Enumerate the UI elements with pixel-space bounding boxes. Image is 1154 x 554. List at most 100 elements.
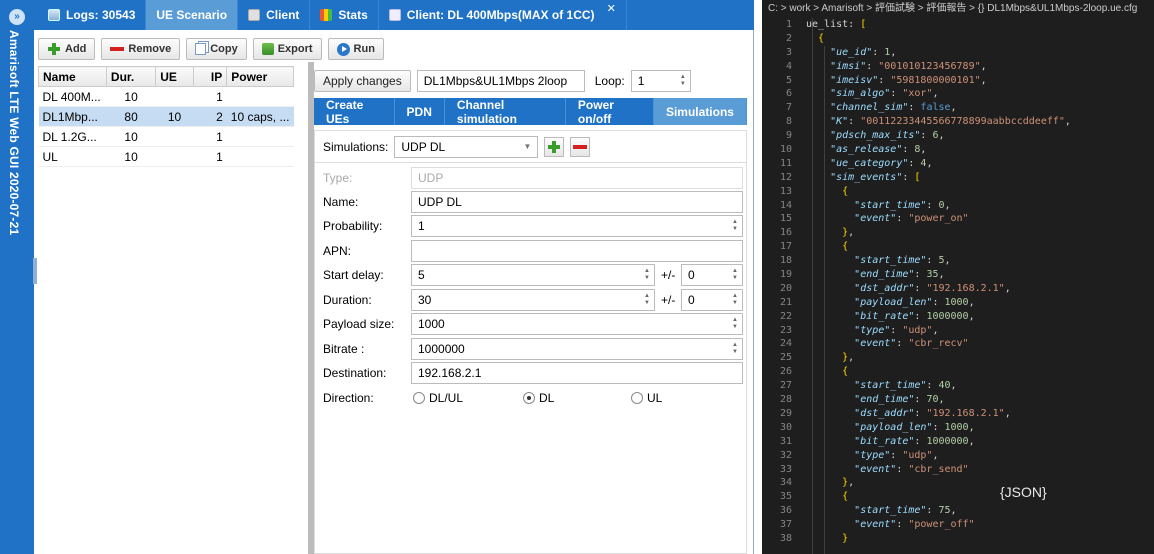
json-annotation: {JSON} xyxy=(1000,484,1047,500)
probability-stepper[interactable]: 1 xyxy=(411,215,743,237)
tab-stats[interactable]: Stats xyxy=(310,0,379,30)
app-title: Amarisoft LTE Web GUI 2020-07-21 xyxy=(7,30,21,236)
code-line[interactable]: 26 { xyxy=(762,365,1154,379)
code-line[interactable]: 18 "start_time": 5, xyxy=(762,254,1154,268)
code-text: "dst_addr": "192.168.2.1", xyxy=(854,282,1011,294)
destination-input[interactable]: 192.168.2.1 xyxy=(411,362,743,384)
code-line[interactable]: 29 "dst_addr": "192.168.2.1", xyxy=(762,407,1154,421)
add-simulation-button[interactable] xyxy=(544,136,565,157)
code-line[interactable]: 19 "end_time": 35, xyxy=(762,268,1154,282)
cell-name: DL1Mbp... xyxy=(38,106,107,127)
code-text: "type": "udp", xyxy=(854,324,939,336)
code-line[interactable]: 1 ue_list: [ xyxy=(762,18,1154,32)
code-line[interactable]: 11 "ue_category": 4, xyxy=(762,157,1154,171)
start-delay-variance-stepper[interactable]: 0 xyxy=(681,264,743,286)
sidebar-resize-handle[interactable] xyxy=(33,258,37,284)
code-line[interactable]: 16 }, xyxy=(762,226,1154,240)
code-line[interactable]: 13 { xyxy=(762,185,1154,199)
code-line[interactable]: 30 "payload_len": 1000, xyxy=(762,421,1154,435)
code-line[interactable]: 21 "payload_len": 1000, xyxy=(762,296,1154,310)
duration-variance-stepper[interactable]: 0 xyxy=(681,289,743,311)
direction-radio-ul[interactable]: UL xyxy=(631,391,662,405)
code-line[interactable]: 7 "channel_sim": false, xyxy=(762,101,1154,115)
copy-button[interactable]: Copy xyxy=(186,38,247,60)
start-delay-stepper[interactable]: 5 xyxy=(411,264,655,286)
column-header-name[interactable]: Name xyxy=(38,66,107,87)
code-line[interactable]: 4 "imsi": "001010123456789", xyxy=(762,60,1154,74)
direction-radio-dl[interactable]: DL xyxy=(523,391,554,405)
chevron-down-icon: ▼ xyxy=(523,142,532,151)
remove-simulation-button[interactable] xyxy=(570,136,591,157)
code-line[interactable]: 23 "type": "udp", xyxy=(762,324,1154,338)
code-line[interactable]: 9 "pdsch_max_its": 6, xyxy=(762,129,1154,143)
code-line[interactable]: 12 "sim_events": [ xyxy=(762,171,1154,185)
table-row[interactable]: DL 400M... 10 1 xyxy=(38,86,294,107)
apply-changes-button[interactable]: Apply changes xyxy=(314,70,411,92)
code-line[interactable]: 33 "event": "cbr_send" xyxy=(762,463,1154,477)
remove-button[interactable]: Remove xyxy=(101,38,181,60)
tab-create-ues[interactable]: Create UEs xyxy=(314,98,395,126)
code-line[interactable]: 36 "start_time": 75, xyxy=(762,504,1154,518)
tab-ue-scenario[interactable]: UE Scenario xyxy=(146,0,239,30)
code-line[interactable]: 28 "end_time": 70, xyxy=(762,393,1154,407)
apn-input[interactable] xyxy=(411,240,743,262)
code-line[interactable]: 5 "imeisv": "5981800000101", xyxy=(762,74,1154,88)
bitrate-stepper[interactable]: 1000000 xyxy=(411,338,743,360)
scenario-name-input[interactable]: DL1Mbps&UL1Mbps 2loop xyxy=(416,70,585,92)
editor-lines[interactable]: 1 ue_list: [2 {3 "ue_id": 1, 4 "imsi": "00… xyxy=(762,18,1154,546)
code-line[interactable]: 2 { xyxy=(762,32,1154,46)
column-header-ue[interactable]: UE xyxy=(155,66,194,87)
code-line[interactable]: 15 "event": "power_on" xyxy=(762,212,1154,226)
code-line[interactable]: 38 } xyxy=(762,532,1154,546)
tab-client[interactable]: Client xyxy=(238,0,311,30)
tab-channel-simulation[interactable]: Channel simulation xyxy=(445,98,566,126)
line-number: 14 xyxy=(779,199,792,211)
direction-radio-dlul[interactable]: DL/UL xyxy=(413,391,463,405)
code-line[interactable]: 3 "ue_id": 1, xyxy=(762,46,1154,60)
duration-stepper[interactable]: 30 xyxy=(411,289,655,311)
code-line[interactable]: 20 "dst_addr": "192.168.2.1", xyxy=(762,282,1154,296)
simulation-form: Type: UDP Name: UDP DL Probability: 1 AP… xyxy=(314,162,747,554)
close-icon[interactable]: ✕ xyxy=(607,2,616,15)
simulations-dropdown[interactable]: UDP DL ▼ xyxy=(394,135,539,158)
destination-label: Destination: xyxy=(323,366,387,380)
export-button[interactable]: Export xyxy=(252,38,322,60)
line-number: 21 xyxy=(779,296,792,308)
tab-logs[interactable]: Logs: 30543 xyxy=(34,0,147,30)
code-line[interactable]: 25 }, xyxy=(762,351,1154,365)
apn-row: APN: xyxy=(315,239,748,263)
code-line[interactable]: 14 "start_time": 0, xyxy=(762,199,1154,213)
code-line[interactable]: 10 "as_release": 8, xyxy=(762,143,1154,157)
code-line[interactable]: 35 { xyxy=(762,490,1154,504)
name-input[interactable]: UDP DL xyxy=(411,191,743,213)
code-line[interactable]: 6 "sim_algo": "xor", xyxy=(762,87,1154,101)
code-line[interactable]: 17 { xyxy=(762,240,1154,254)
line-number: 33 xyxy=(779,463,792,475)
code-text: "payload_len": 1000, xyxy=(854,421,975,433)
code-line[interactable]: 31 "bit_rate": 1000000, xyxy=(762,435,1154,449)
table-row[interactable]: UL 10 1 xyxy=(38,146,294,167)
column-header-duration[interactable]: Dur. xyxy=(105,66,157,87)
table-row[interactable]: DL1Mbp... 80 10 2 10 caps, ... xyxy=(38,106,294,127)
code-line[interactable]: 32 "type": "udp", xyxy=(762,449,1154,463)
code-line[interactable]: 8 "K": "00112233445566778899aabbccddeeff… xyxy=(762,115,1154,129)
line-number: 32 xyxy=(779,449,792,461)
code-line[interactable]: 27 "start_time": 40, xyxy=(762,379,1154,393)
run-button[interactable]: Run xyxy=(327,38,384,60)
code-text: "bit_rate": 1000000, xyxy=(854,310,975,322)
menu-toggle-icon[interactable]: » xyxy=(9,9,25,25)
add-button[interactable]: Add xyxy=(38,38,96,60)
payload-size-stepper[interactable]: 1000 xyxy=(411,313,743,335)
code-line[interactable]: 37 "event": "power_off" xyxy=(762,518,1154,532)
column-header-power[interactable]: Power xyxy=(226,66,294,87)
tab-client-dl400[interactable]: Client: DL 400Mbps(MAX of 1CC) ✕ xyxy=(379,0,627,30)
table-row[interactable]: DL 1.2G... 10 1 xyxy=(38,126,294,147)
code-line[interactable]: 22 "bit_rate": 1000000, xyxy=(762,310,1154,324)
tab-simulations[interactable]: Simulations xyxy=(653,98,747,125)
column-header-ip[interactable]: IP xyxy=(192,66,228,87)
tab-power-on-off[interactable]: Power on/off xyxy=(566,98,654,126)
code-line[interactable]: 24 "event": "cbr_recv" xyxy=(762,337,1154,351)
loop-stepper[interactable]: 1 xyxy=(630,70,691,92)
tab-pdn[interactable]: PDN xyxy=(395,98,445,125)
code-line[interactable]: 34 }, xyxy=(762,476,1154,490)
